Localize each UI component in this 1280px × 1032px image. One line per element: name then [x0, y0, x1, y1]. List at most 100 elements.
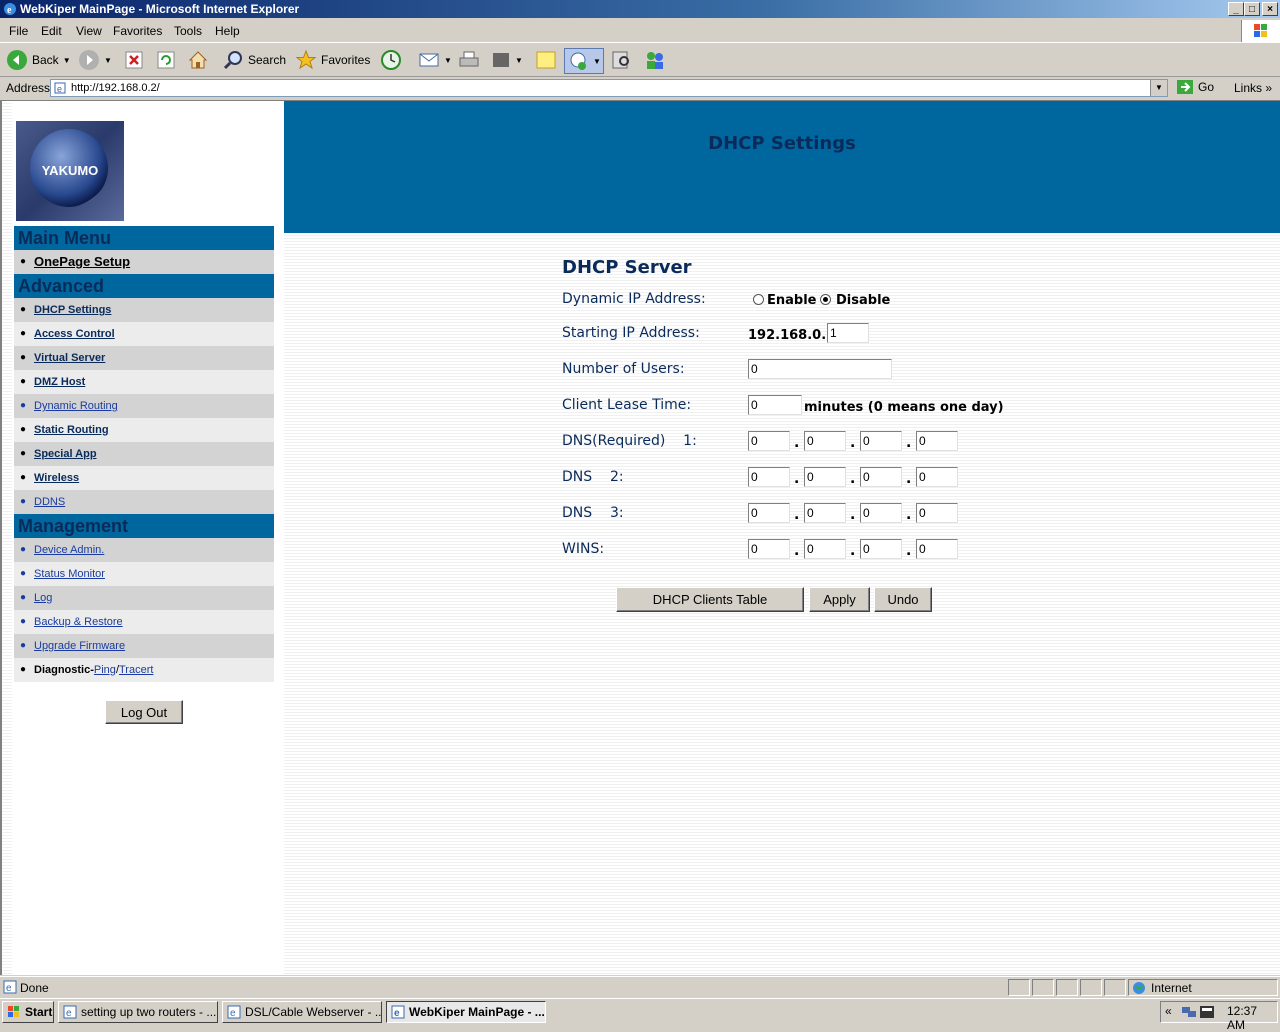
dns3-dot: .: [794, 507, 800, 523]
num-users-input[interactable]: [748, 359, 892, 379]
sidebar-item-dmz-host[interactable]: ● DMZ Host: [14, 370, 274, 394]
mail-button[interactable]: ▼: [418, 48, 452, 72]
sidebar-link-backup-restore[interactable]: Backup & Restore: [34, 616, 123, 628]
sidebar-item-onepage-setup[interactable]: ● OnePage Setup: [14, 250, 274, 274]
dns1-octet2[interactable]: [804, 431, 846, 451]
sidebar-item-status-monitor[interactable]: ● Status Monitor: [14, 562, 274, 586]
dns2-octet4[interactable]: [916, 467, 958, 487]
research-button[interactable]: [610, 48, 632, 72]
dhcp-clients-table-button[interactable]: DHCP Clients Table: [616, 587, 804, 612]
forward-button[interactable]: ▼: [78, 48, 112, 72]
print-button[interactable]: [458, 48, 480, 72]
back-button[interactable]: Back ▼: [6, 48, 71, 72]
maximize-button[interactable]: □: [1244, 2, 1260, 16]
tray-expand-icon[interactable]: «: [1165, 1004, 1172, 1018]
tracert-link[interactable]: Tracert: [119, 664, 153, 676]
ping-link[interactable]: Ping: [94, 664, 116, 676]
logout-button[interactable]: Log Out: [105, 700, 183, 724]
dns3-octet3[interactable]: [860, 503, 902, 523]
menu-help[interactable]: Help: [215, 24, 240, 38]
sidebar-item-dynamic-routing[interactable]: ● Dynamic Routing: [14, 394, 274, 418]
tray-app-icon[interactable]: [1199, 1005, 1215, 1019]
sidebar-link-status-monitor[interactable]: Status Monitor: [34, 568, 105, 580]
mail-dropdown-icon[interactable]: ▼: [444, 56, 452, 65]
sidebar-link-dhcp-settings[interactable]: DHCP Settings: [34, 304, 111, 316]
sidebar-item-wireless[interactable]: ● Wireless: [14, 466, 274, 490]
sidebar-link-access-control[interactable]: Access Control: [34, 328, 115, 340]
sidebar-item-backup-restore[interactable]: ● Backup & Restore: [14, 610, 274, 634]
sidebar-link-device-admin[interactable]: Device Admin.: [34, 544, 104, 556]
refresh-button[interactable]: [156, 48, 176, 72]
menu-view[interactable]: View: [76, 24, 102, 38]
minimize-button[interactable]: _: [1228, 2, 1244, 16]
links-button[interactable]: Links »: [1234, 81, 1272, 95]
menu-favorites[interactable]: Favorites: [113, 24, 162, 38]
dns1-octet3[interactable]: [860, 431, 902, 451]
wins-octet4[interactable]: [916, 539, 958, 559]
sidebar-link-wireless[interactable]: Wireless: [34, 472, 79, 484]
address-input[interactable]: [71, 80, 1141, 96]
sidebar-item-ddns[interactable]: ● DDNS: [14, 490, 274, 514]
address-dropdown-icon[interactable]: ▼: [1150, 80, 1167, 96]
edit-dropdown-icon[interactable]: ▼: [515, 56, 523, 65]
sidebar-item-virtual-server[interactable]: ● Virtual Server: [14, 346, 274, 370]
sidebar-link-log[interactable]: Log: [34, 592, 52, 604]
back-dropdown-icon[interactable]: ▼: [63, 56, 71, 65]
lease-input[interactable]: [748, 395, 802, 415]
apply-button[interactable]: Apply: [809, 587, 870, 612]
forward-dropdown-icon[interactable]: ▼: [104, 56, 112, 65]
sidebar-item-static-routing[interactable]: ● Static Routing: [14, 418, 274, 442]
task-dsl-cable-webserver[interactable]: e DSL/Cable Webserver - ...: [222, 1001, 382, 1023]
messenger-button[interactable]: ▼: [564, 48, 604, 74]
menu-file[interactable]: File: [9, 24, 28, 38]
search-button[interactable]: Search: [222, 48, 286, 72]
contacts-button[interactable]: [643, 48, 667, 72]
history-button[interactable]: [380, 48, 402, 72]
wins-octet3[interactable]: [860, 539, 902, 559]
close-button[interactable]: ×: [1262, 2, 1278, 16]
dynamic-ip-disable-radio[interactable]: [820, 294, 831, 305]
sidebar-link-virtual-server[interactable]: Virtual Server: [34, 352, 105, 364]
sidebar-item-log[interactable]: ● Log: [14, 586, 274, 610]
starting-ip-input[interactable]: [827, 323, 869, 343]
discuss-button[interactable]: [535, 48, 557, 72]
messenger-dropdown-icon[interactable]: ▼: [593, 57, 601, 66]
sidebar-item-device-admin[interactable]: ● Device Admin.: [14, 538, 274, 562]
sidebar-link-dynamic-routing[interactable]: Dynamic Routing: [34, 400, 118, 412]
dns2-octet3[interactable]: [860, 467, 902, 487]
dynamic-ip-enable-radio[interactable]: [753, 294, 764, 305]
sidebar-link-ddns[interactable]: DDNS: [34, 496, 65, 508]
favorites-button[interactable]: Favorites: [295, 48, 370, 72]
sidebar-link-dmz-host[interactable]: DMZ Host: [34, 376, 85, 388]
dns3-octet4[interactable]: [916, 503, 958, 523]
edit-button[interactable]: ▼: [491, 48, 523, 72]
wins-octet1[interactable]: [748, 539, 790, 559]
sidebar-link-upgrade-firmware[interactable]: Upgrade Firmware: [34, 640, 125, 652]
dns3-octet2[interactable]: [804, 503, 846, 523]
undo-button[interactable]: Undo: [874, 587, 932, 612]
sidebar-item-upgrade-firmware[interactable]: ● Upgrade Firmware: [14, 634, 274, 658]
dns3-octet1[interactable]: [748, 503, 790, 523]
sidebar-item-access-control[interactable]: ● Access Control: [14, 322, 274, 346]
dns2-octet2[interactable]: [804, 467, 846, 487]
start-button[interactable]: Start: [2, 1001, 54, 1023]
dns1-octet1[interactable]: [748, 431, 790, 451]
sidebar-link-special-app[interactable]: Special App: [34, 448, 97, 460]
sidebar-link-onepage-setup[interactable]: OnePage Setup: [34, 254, 130, 269]
sidebar-item-special-app[interactable]: ● Special App: [14, 442, 274, 466]
dns1-octet4[interactable]: [916, 431, 958, 451]
sidebar-link-static-routing[interactable]: Static Routing: [34, 424, 109, 436]
go-button[interactable]: Go: [1176, 79, 1214, 95]
clock[interactable]: 12:37 AM: [1227, 1004, 1277, 1032]
menu-edit[interactable]: Edit: [41, 24, 62, 38]
task-setting-up-routers[interactable]: e setting up two routers - ...: [58, 1001, 218, 1023]
home-button[interactable]: [187, 48, 209, 72]
network-icon[interactable]: [1181, 1005, 1197, 1019]
dns2-octet1[interactable]: [748, 467, 790, 487]
globe-icon: [1133, 982, 1145, 994]
sidebar-item-dhcp-settings[interactable]: ● DHCP Settings: [14, 298, 274, 322]
wins-octet2[interactable]: [804, 539, 846, 559]
stop-button[interactable]: [124, 48, 144, 72]
menu-tools[interactable]: Tools: [174, 24, 202, 38]
task-webkiper-mainpage[interactable]: e WebKiper MainPage - ...: [386, 1001, 546, 1023]
